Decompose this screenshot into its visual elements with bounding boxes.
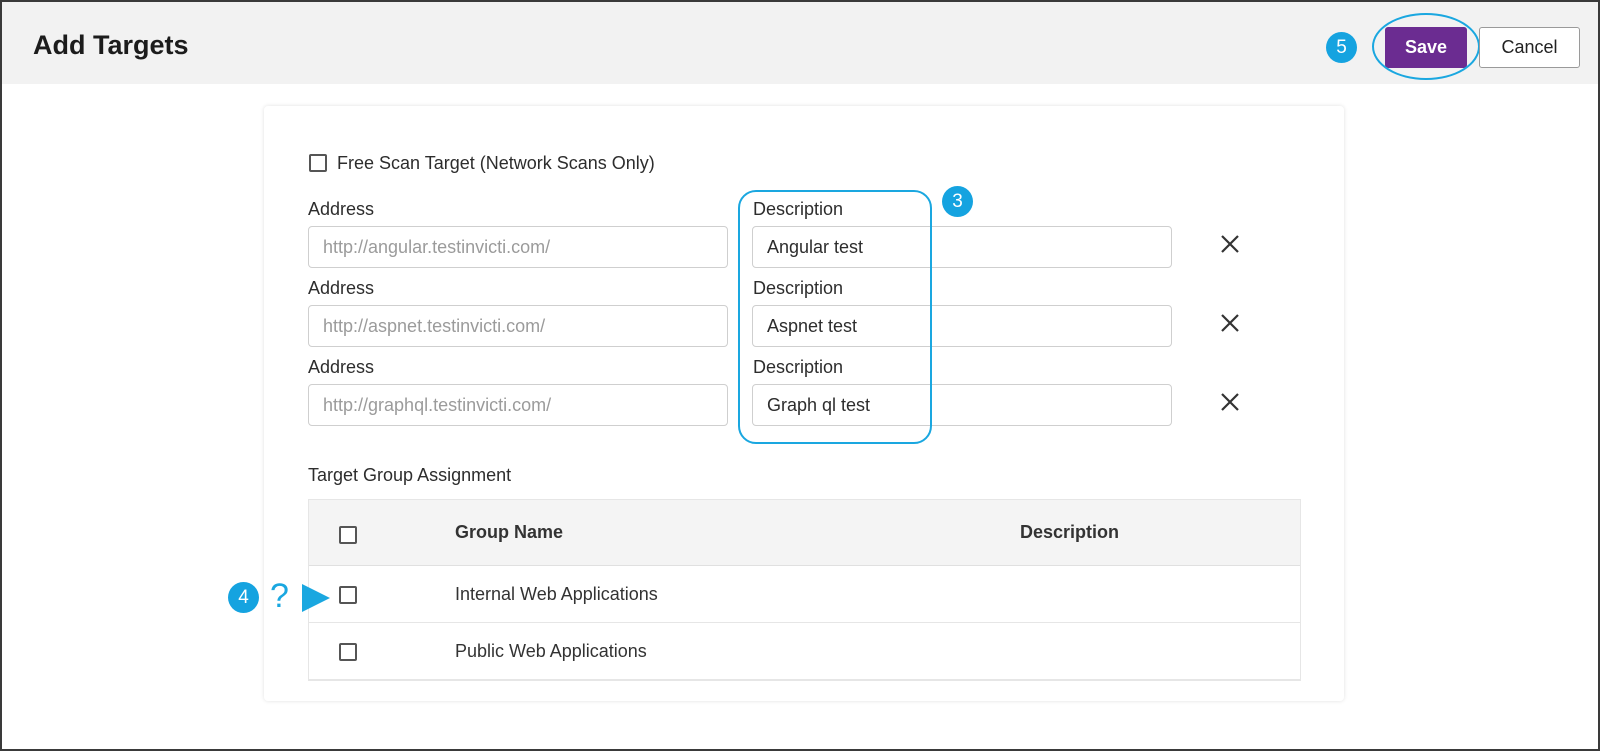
group-name-cell: Public Web Applications [455,641,647,661]
address-input[interactable] [308,305,728,347]
row-checkbox[interactable] [339,643,357,661]
address-label: Address [308,357,375,377]
close-icon[interactable] [1218,232,1242,256]
callout-badge-group: 4 [228,582,259,613]
save-highlight-ring [1372,13,1480,80]
arrow-right-icon [302,584,330,612]
callout-badge-description: 3 [942,186,973,217]
page-title: Add Targets [33,30,189,60]
select-all-checkbox[interactable] [339,526,357,544]
close-icon[interactable] [1218,311,1242,335]
table-header: Group Name Description [309,500,1300,566]
column-header-description: Description [1020,522,1120,542]
close-icon[interactable] [1218,390,1242,414]
free-scan-checkbox[interactable] [309,154,327,172]
group-name-cell: Internal Web Applications [455,584,658,604]
description-highlight-ring [738,190,932,444]
cancel-button[interactable]: Cancel [1479,27,1580,68]
target-group-table: Group Name Description Internal Web Appl… [308,499,1301,681]
address-input[interactable] [308,226,728,268]
page-header: Add Targets 5 Save Cancel [2,2,1598,84]
free-scan-label: Free Scan Target (Network Scans Only) [337,153,655,173]
address-label: Address [308,199,375,219]
table-row[interactable]: Public Web Applications [309,623,1300,680]
group-assignment-label: Target Group Assignment [308,465,512,485]
address-label: Address [308,278,375,298]
table-row[interactable]: Internal Web Applications [309,566,1300,623]
callout-badge-save: 5 [1326,32,1357,63]
window-frame: Add Targets 5 Save Cancel Free Scan Targ… [0,0,1600,751]
row-checkbox[interactable] [339,586,357,604]
column-header-group-name: Group Name [455,522,564,542]
question-mark-icon: ? [270,577,289,615]
address-input[interactable] [308,384,728,426]
